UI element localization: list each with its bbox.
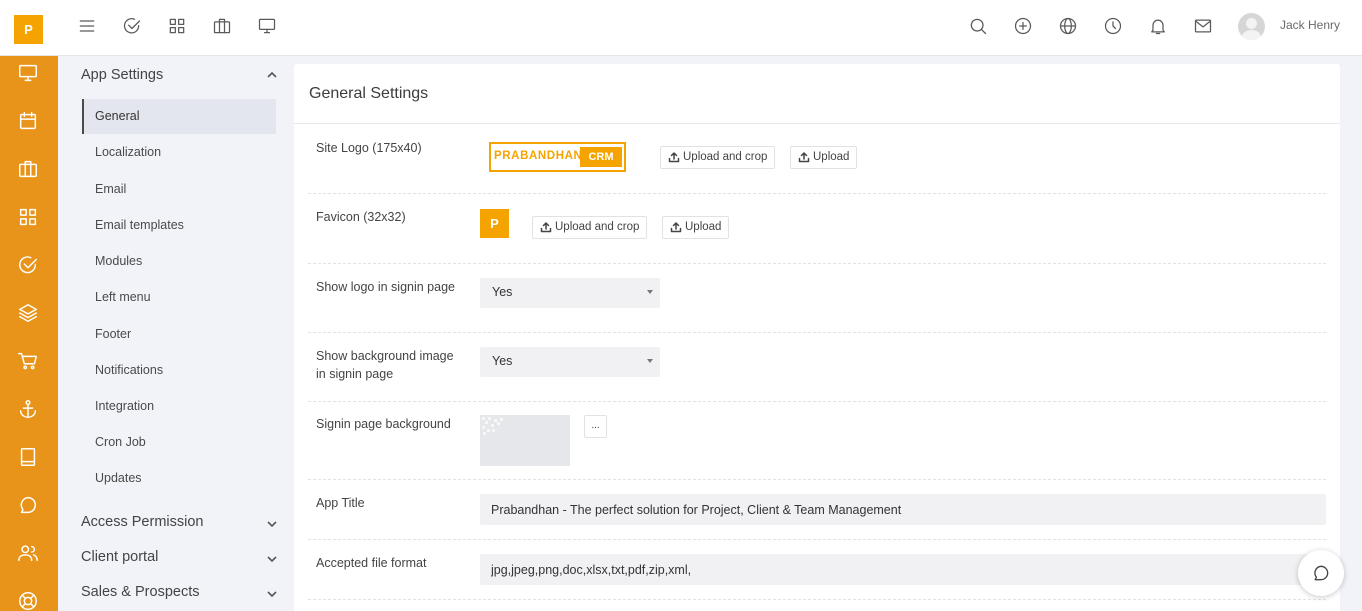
search-icon[interactable] (968, 16, 990, 38)
menu-item-email-templates[interactable]: Email templates (82, 208, 276, 243)
check-circle-icon[interactable] (122, 16, 144, 38)
lifebuoy-icon[interactable] (17, 590, 41, 611)
settings-menu: App Settings General Localization Email … (58, 56, 294, 611)
show-logo-select[interactable]: Yes (480, 278, 660, 308)
briefcase-icon[interactable] (17, 158, 41, 182)
favicon-upload-button[interactable]: Upload (662, 216, 730, 239)
general-settings-card: General Settings Site Logo (175x40) PRAB… (294, 64, 1340, 611)
layers-icon[interactable] (17, 302, 41, 326)
top-bar: Jack Henry (58, 0, 1362, 56)
show-logo-label: Show logo in signin page (316, 280, 455, 294)
users-icon[interactable] (17, 542, 41, 566)
row-divider (308, 401, 1326, 402)
menu-item-footer[interactable]: Footer (82, 317, 276, 352)
globe-icon[interactable] (1058, 16, 1080, 38)
briefcase-icon[interactable] (212, 16, 234, 38)
chevron-down-icon[interactable] (266, 588, 278, 600)
anchor-icon[interactable] (17, 398, 41, 422)
menu-item-updates[interactable]: Updates (82, 461, 276, 496)
upload-icon (668, 151, 680, 163)
site-logo-upload-crop-button[interactable]: Upload and crop (660, 146, 776, 169)
site-logo-label: Site Logo (175x40) (316, 141, 422, 155)
avatar[interactable] (1238, 13, 1265, 40)
app-title-label: App Title (316, 496, 365, 510)
menu-item-general[interactable]: General (82, 99, 276, 134)
menu-item-left-menu[interactable]: Left menu (82, 280, 276, 315)
chevron-down-icon[interactable] (266, 518, 278, 530)
menu-item-cron-job[interactable]: Cron Job (82, 425, 276, 460)
user-name[interactable]: Jack Henry (1280, 18, 1340, 32)
bell-icon[interactable] (1148, 16, 1170, 38)
file-format-input[interactable] (480, 554, 1326, 585)
monitor-icon[interactable] (257, 16, 279, 38)
plus-circle-icon[interactable] (1013, 16, 1035, 38)
client-portal-header[interactable]: Client portal (81, 549, 158, 565)
cart-icon[interactable] (17, 350, 41, 374)
show-background-select[interactable]: Yes (480, 347, 660, 377)
signin-background-label: Signin page background (316, 417, 451, 431)
caret-down-icon (647, 290, 653, 294)
caret-down-icon (647, 359, 653, 363)
menu-icon[interactable] (77, 16, 99, 38)
favicon-upload-crop-button[interactable]: Upload and crop (532, 216, 648, 239)
chat-icon (1314, 565, 1329, 581)
menu-item-integration[interactable]: Integration (82, 389, 276, 424)
menu-item-localization[interactable]: Localization (82, 135, 276, 170)
favicon-image: P (480, 209, 509, 238)
logo-badge: CRM (580, 147, 622, 167)
app-title-input[interactable] (480, 494, 1326, 525)
menu-item-notifications[interactable]: Notifications (82, 353, 276, 388)
mail-icon[interactable] (1193, 16, 1215, 38)
chat-icon[interactable] (17, 494, 41, 518)
row-divider (308, 332, 1326, 333)
app-settings-header[interactable]: App Settings (81, 67, 163, 83)
page-title: General Settings (309, 85, 429, 102)
sales-prospects-header[interactable]: Sales & Prospects (81, 584, 199, 600)
brand-logo[interactable]: P (14, 15, 43, 44)
row-divider (308, 539, 1326, 540)
menu-item-email[interactable]: Email (82, 172, 276, 207)
favicon-label: Favicon (32x32) (316, 210, 406, 224)
menu-item-modules[interactable]: Modules (82, 244, 276, 279)
access-permission-header[interactable]: Access Permission (81, 514, 203, 530)
upload-icon (670, 221, 682, 233)
check-circle-icon[interactable] (17, 254, 41, 278)
chevron-up-icon[interactable] (266, 69, 278, 81)
divider (294, 123, 1340, 124)
file-format-label: Accepted file format (316, 556, 427, 570)
calendar-icon[interactable] (17, 110, 41, 134)
brand-area: P (0, 0, 58, 56)
grid-icon[interactable] (167, 16, 189, 38)
signin-background-image (480, 415, 570, 466)
chat-button[interactable] (1298, 550, 1344, 596)
icon-rail: P (0, 0, 58, 611)
clock-icon[interactable] (1103, 16, 1125, 38)
row-divider (308, 263, 1326, 264)
chevron-down-icon[interactable] (266, 553, 278, 565)
logo-text: PRABANDHAN (494, 150, 583, 162)
grid-icon[interactable] (17, 206, 41, 230)
monitor-icon[interactable] (17, 62, 41, 86)
show-background-label: Show background image in signin page (316, 349, 454, 381)
signin-background-more-button[interactable]: ... (584, 415, 607, 438)
row-divider (308, 193, 1326, 194)
row-divider (308, 479, 1326, 480)
row-divider (308, 599, 1326, 600)
site-logo-image: PRABANDHAN CRM (489, 142, 626, 172)
book-icon[interactable] (17, 446, 41, 470)
site-logo-upload-button[interactable]: Upload (790, 146, 858, 169)
upload-icon (798, 151, 810, 163)
upload-icon (540, 221, 552, 233)
